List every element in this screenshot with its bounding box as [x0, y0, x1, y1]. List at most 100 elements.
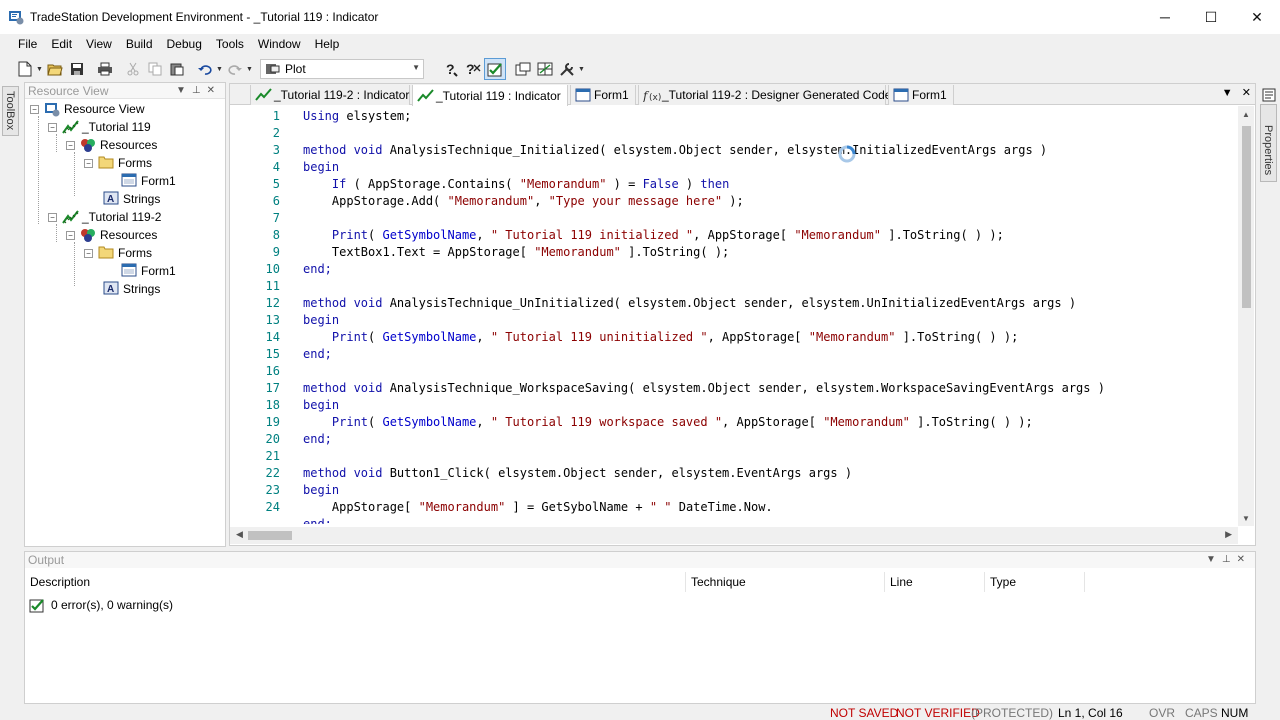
- menu-build[interactable]: Build: [119, 34, 160, 54]
- tree-item-form1[interactable]: Form1: [121, 172, 176, 190]
- object-combo[interactable]: Plot ▼: [260, 59, 424, 79]
- tree-item-tutorial-119[interactable]: − _Tutorial 119: [48, 118, 151, 136]
- tab-list-icon[interactable]: ▼: [1222, 87, 1233, 99]
- code-line: 5 If ( AppStorage.Contains( "Memorandum"…: [272, 177, 730, 191]
- object-combo-value: Plot: [285, 62, 306, 76]
- code-line: 22 method void Button1_Click( elsystem.Ob…: [265, 466, 853, 480]
- tree-item-forms[interactable]: − Forms: [84, 154, 152, 172]
- status-num: NUM: [1221, 706, 1249, 720]
- new-file-dropdown[interactable]: ▼: [36, 66, 44, 73]
- svg-text:A: A: [107, 284, 114, 295]
- tree-item-resources[interactable]: − Resources: [66, 136, 157, 154]
- context-help-button[interactable]: ?: [462, 58, 484, 80]
- verify-button[interactable]: [484, 58, 506, 80]
- code-line: 2: [272, 126, 280, 140]
- menu-tools[interactable]: Tools: [209, 34, 251, 54]
- open-button[interactable]: [44, 58, 66, 80]
- code-editor: _Tutorial 119-2 : Indicator _Tutorial 11…: [229, 83, 1256, 546]
- code-line: 10 end;: [265, 262, 332, 276]
- window-layout-button[interactable]: [512, 58, 534, 80]
- paste-button[interactable]: [166, 58, 188, 80]
- collapse-icon[interactable]: −: [66, 230, 75, 240]
- form-icon: [121, 263, 137, 279]
- column-technique[interactable]: Technique: [686, 572, 885, 592]
- context-help-icon: ?: [466, 61, 481, 77]
- tree-item-resources[interactable]: − Resources: [66, 226, 157, 244]
- output-message-row[interactable]: 0 error(s), 0 warning(s): [29, 596, 173, 614]
- tree-item-form1[interactable]: Form1: [121, 262, 176, 280]
- tree-root[interactable]: − Resource View: [30, 100, 144, 118]
- column-type[interactable]: Type: [985, 572, 1085, 592]
- window-title: TradeStation Development Environment - _…: [30, 10, 379, 24]
- tree-item-tutorial-119-2[interactable]: − _Tutorial 119-2: [48, 208, 161, 226]
- strings-icon: A: [103, 191, 119, 207]
- tab-designer-generated-code[interactable]: f (x) _Tutorial 119-2 : Designer Generate…: [638, 85, 891, 105]
- indicator-icon: [417, 88, 434, 103]
- menu-help[interactable]: Help: [308, 34, 347, 54]
- menu-edit[interactable]: Edit: [44, 34, 79, 54]
- new-file-button[interactable]: [14, 58, 36, 80]
- scroll-down-icon[interactable]: ▼: [1242, 514, 1250, 523]
- folder-icon: [98, 155, 114, 171]
- collapse-icon[interactable]: −: [66, 140, 75, 150]
- tab-form1[interactable]: Form1: [888, 85, 954, 105]
- tree-item-strings[interactable]: A Strings: [103, 280, 160, 298]
- panel-dropdown-icon[interactable]: ▼: [176, 85, 192, 96]
- tab-tutorial-119-indicator[interactable]: _Tutorial 119 : Indicator: [412, 85, 568, 106]
- pin-icon[interactable]: ⊥: [192, 85, 207, 96]
- svg-text:(x): (x): [649, 93, 661, 102]
- redo-dropdown[interactable]: ▼: [246, 66, 254, 73]
- cut-button[interactable]: [122, 58, 144, 80]
- close-tab-icon[interactable]: ✕: [1242, 87, 1251, 99]
- panel-dropdown-icon[interactable]: ▼: [1206, 554, 1222, 565]
- close-button[interactable]: ✕: [1234, 0, 1280, 34]
- collapse-icon[interactable]: −: [30, 104, 39, 114]
- collapse-icon[interactable]: −: [84, 248, 93, 258]
- scroll-thumb[interactable]: [1242, 126, 1251, 308]
- column-description[interactable]: Description: [25, 572, 686, 592]
- column-line[interactable]: Line: [885, 572, 985, 592]
- properties-tab[interactable]: Properties: [1260, 104, 1277, 182]
- scroll-left-icon[interactable]: ◀: [236, 529, 243, 540]
- grid-button[interactable]: [534, 58, 556, 80]
- print-button[interactable]: [94, 58, 116, 80]
- panel-close-icon[interactable]: ✕: [1237, 554, 1251, 565]
- menu-view[interactable]: View: [79, 34, 119, 54]
- tools-button[interactable]: [556, 58, 578, 80]
- menu-window[interactable]: Window: [251, 34, 308, 54]
- scroll-right-icon[interactable]: ▶: [1225, 529, 1232, 540]
- output-header: Output ▼⊥✕: [25, 552, 1255, 568]
- collapse-icon[interactable]: −: [48, 212, 57, 222]
- tree-item-strings[interactable]: A Strings: [103, 190, 160, 208]
- code-area[interactable]: 1 Using elsystem; 2 3 method void Analysis…: [230, 106, 1238, 524]
- code-line: 12 method void AnalysisTechnique_UnInitia…: [265, 296, 1077, 310]
- save-button[interactable]: [66, 58, 88, 80]
- pin-icon[interactable]: ⊥: [1222, 554, 1237, 565]
- panel-close-icon[interactable]: ✕: [207, 85, 221, 96]
- help-button[interactable]: ?: [440, 58, 462, 80]
- tab-form1[interactable]: Form1: [570, 85, 636, 105]
- menu-file[interactable]: File: [11, 34, 44, 54]
- copy-button[interactable]: [144, 58, 166, 80]
- toolbar-overflow[interactable]: ▼: [578, 66, 586, 73]
- chevron-down-icon: ▼: [412, 63, 420, 72]
- tab-tutorial-119-2-indicator[interactable]: _Tutorial 119-2 : Indicator: [250, 85, 410, 105]
- undo-dropdown[interactable]: ▼: [216, 66, 224, 73]
- tree-item-forms[interactable]: − Forms: [84, 244, 152, 262]
- collapse-icon[interactable]: −: [48, 122, 57, 132]
- redo-button[interactable]: [224, 58, 246, 80]
- horizontal-scrollbar[interactable]: ◀ ▶: [230, 527, 1238, 544]
- scroll-thumb[interactable]: [248, 531, 292, 540]
- menu-debug[interactable]: Debug: [160, 34, 209, 54]
- collapse-icon[interactable]: −: [84, 158, 93, 168]
- maximize-button[interactable]: ☐: [1188, 0, 1234, 34]
- scroll-up-icon[interactable]: ▲: [1242, 110, 1250, 119]
- toolbox-tab[interactable]: ToolBox: [2, 86, 19, 136]
- form-icon: [121, 173, 137, 189]
- code-line: 3 method void AnalysisTechnique_Initializ…: [272, 143, 1048, 157]
- vertical-scrollbar[interactable]: ▲ ▼: [1238, 106, 1254, 526]
- tree-line: [74, 152, 75, 196]
- minimize-button[interactable]: ─: [1142, 0, 1188, 34]
- undo-button[interactable]: [194, 58, 216, 80]
- title-bar: TradeStation Development Environment - _…: [0, 0, 1280, 34]
